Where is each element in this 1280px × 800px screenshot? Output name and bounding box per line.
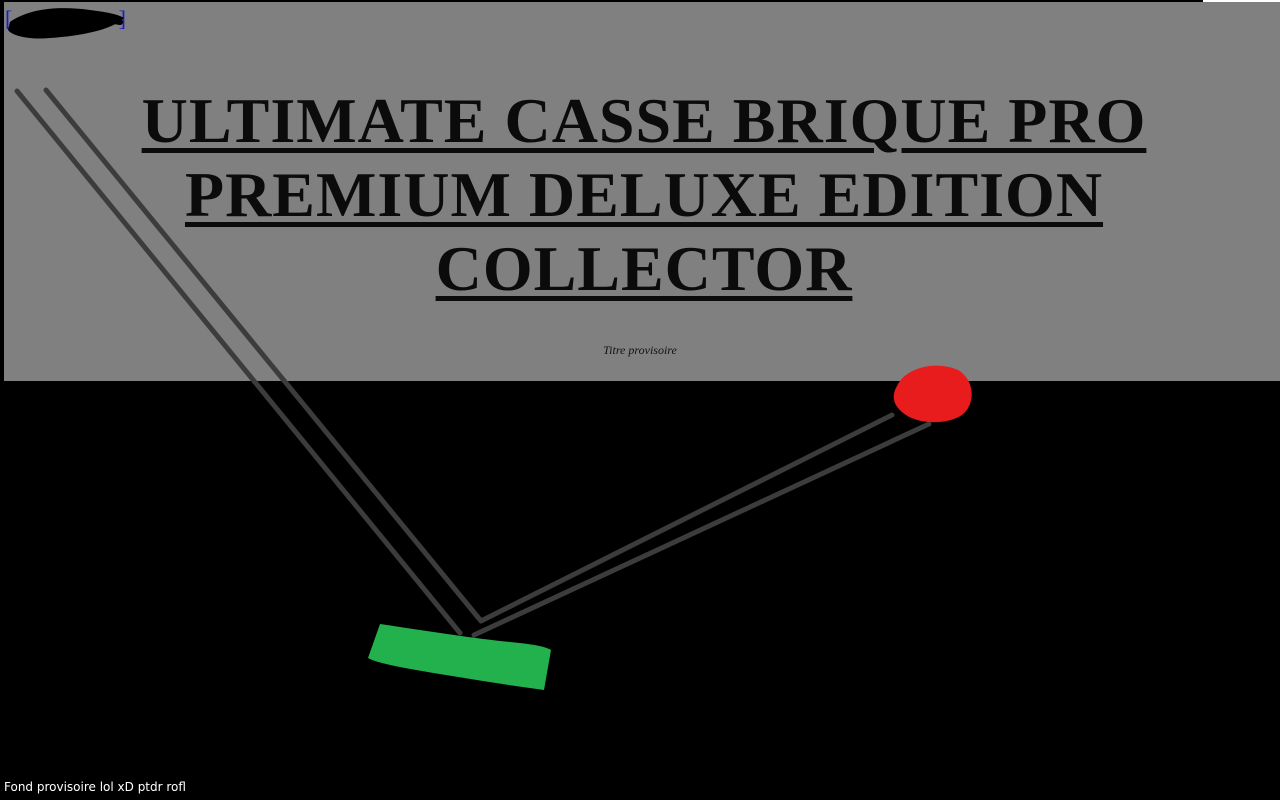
- ball: [893, 365, 972, 423]
- footer-note: Fond provisoire lol xD ptdr rofl: [4, 780, 186, 794]
- incoming-trajectory: [14, 87, 484, 636]
- game-drawing: [8, 8, 972, 690]
- trajectory-line-outgoing-lower: [471, 421, 932, 638]
- scribble-blot: [8, 8, 124, 39]
- trajectory-line-incoming-inner: [43, 87, 484, 624]
- trajectory-line-outgoing-upper: [478, 412, 895, 624]
- outgoing-trajectory: [471, 412, 932, 638]
- trajectory-line-incoming-outer: [14, 88, 463, 636]
- game-screen: [ ] ULTIMATE CASSE BRIQUE PRO PREMIUM DE…: [0, 0, 1280, 800]
